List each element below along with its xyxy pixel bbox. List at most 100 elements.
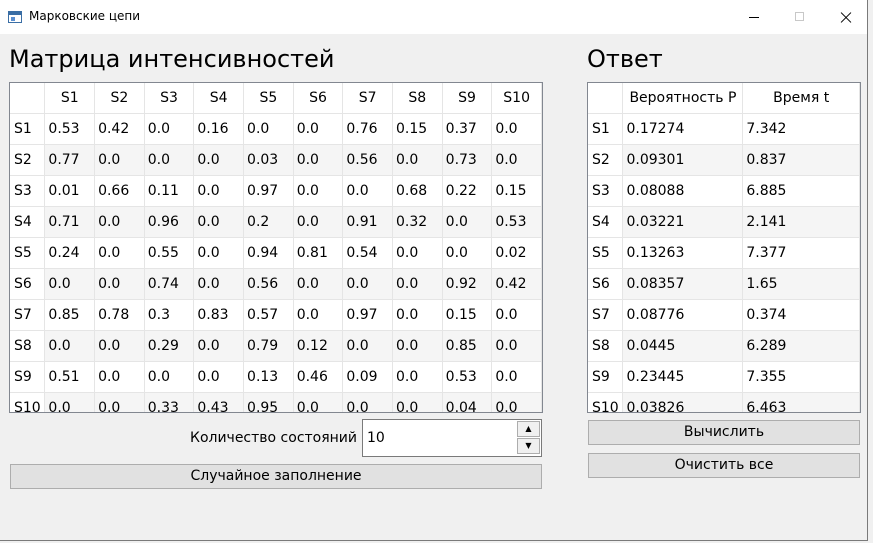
matrix-column-header[interactable]: S4 (193, 83, 245, 114)
answer-cell[interactable]: 0.17274 (622, 113, 744, 145)
matrix-cell[interactable]: 0.54 (342, 237, 393, 269)
matrix-cell[interactable]: 0.0 (193, 268, 245, 300)
matrix-cell[interactable]: 0.0 (293, 175, 344, 207)
matrix-cell[interactable]: 0.0 (342, 330, 393, 362)
matrix-column-header[interactable]: S1 (44, 83, 96, 114)
matrix-cell[interactable]: 0.0 (94, 237, 145, 269)
matrix-cell[interactable]: 0.0 (193, 237, 245, 269)
matrix-cell[interactable]: 0.0 (193, 330, 245, 362)
arrow-down-icon[interactable]: ▼ (517, 438, 540, 454)
matrix-cell[interactable]: 0.76 (342, 113, 393, 145)
maximize-icon[interactable] (777, 0, 823, 34)
matrix-row-header[interactable]: S7 (10, 299, 46, 331)
matrix-cell[interactable]: 0.42 (491, 268, 542, 300)
matrix-cell[interactable]: 0.0 (94, 268, 145, 300)
matrix-cell[interactable]: 0.0 (392, 237, 443, 269)
matrix-cell[interactable]: 0.0 (392, 392, 443, 412)
answer-cell[interactable]: 0.09301 (622, 144, 744, 176)
matrix-cell[interactable]: 0.96 (144, 206, 195, 238)
answer-row-header[interactable]: S1 (588, 113, 624, 145)
states-count-spinbox[interactable]: ▲ ▼ (362, 419, 542, 457)
matrix-cell[interactable]: 0.0 (193, 144, 245, 176)
answer-row-header[interactable]: S3 (588, 175, 624, 207)
matrix-cell[interactable]: 0.0 (392, 144, 443, 176)
matrix-cell[interactable]: 0.77 (44, 144, 96, 176)
answer-cell[interactable]: 0.837 (742, 144, 860, 176)
calculate-button[interactable]: Вычислить (588, 420, 860, 445)
matrix-cell[interactable]: 0.85 (442, 330, 493, 362)
matrix-cell[interactable]: 0.0 (94, 144, 145, 176)
matrix-cell[interactable]: 0.0 (293, 392, 344, 412)
matrix-cell[interactable]: 0.32 (392, 206, 443, 238)
matrix-cell[interactable]: 0.33 (144, 392, 195, 412)
matrix-cell[interactable]: 0.92 (442, 268, 493, 300)
matrix-cell[interactable]: 0.0 (491, 361, 542, 393)
minimize-icon[interactable] (731, 0, 777, 34)
matrix-cell[interactable]: 0.0 (193, 175, 245, 207)
answer-column-header[interactable]: Время t (742, 83, 860, 114)
matrix-column-header[interactable]: S2 (94, 83, 145, 114)
matrix-cell[interactable]: 0.0 (392, 268, 443, 300)
matrix-cell[interactable]: 0.0 (342, 268, 393, 300)
matrix-cell[interactable]: 0.0 (293, 144, 344, 176)
answer-cell[interactable]: 6.463 (742, 392, 860, 412)
matrix-cell[interactable]: 0.81 (293, 237, 344, 269)
matrix-cell[interactable]: 0.29 (144, 330, 195, 362)
answer-cell[interactable]: 6.885 (742, 175, 860, 207)
answer-row-header[interactable]: S5 (588, 237, 624, 269)
answer-cell[interactable]: 0.03221 (622, 206, 744, 238)
matrix-cell[interactable]: 0.0 (44, 268, 96, 300)
matrix-cell[interactable]: 0.0 (491, 392, 542, 412)
matrix-cell[interactable]: 0.0 (94, 330, 145, 362)
matrix-cell[interactable]: 0.22 (442, 175, 493, 207)
matrix-cell[interactable]: 0.0 (94, 206, 145, 238)
matrix-cell[interactable]: 0.0 (491, 299, 542, 331)
matrix-cell[interactable]: 0.13 (243, 361, 294, 393)
matrix-cell[interactable]: 0.0 (392, 299, 443, 331)
answer-column-header[interactable]: Вероятность P (622, 83, 744, 114)
matrix-cell[interactable]: 0.74 (144, 268, 195, 300)
matrix-cell[interactable]: 0.51 (44, 361, 96, 393)
matrix-cell[interactable]: 0.78 (94, 299, 145, 331)
matrix-cell[interactable]: 0.01 (44, 175, 96, 207)
matrix-cell[interactable]: 0.0 (293, 113, 344, 145)
matrix-cell[interactable]: 0.56 (342, 144, 393, 176)
matrix-cell[interactable]: 0.0 (491, 144, 542, 176)
matrix-column-header[interactable]: S6 (293, 83, 344, 114)
matrix-cell[interactable]: 0.85 (44, 299, 96, 331)
matrix-cell[interactable]: 0.43 (193, 392, 245, 412)
matrix-cell[interactable]: 0.97 (342, 299, 393, 331)
matrix-cell[interactable]: 0.15 (491, 175, 542, 207)
matrix-cell[interactable]: 0.94 (243, 237, 294, 269)
matrix-row-header[interactable]: S8 (10, 330, 46, 362)
answer-cell[interactable]: 6.289 (742, 330, 860, 362)
answer-table[interactable]: Вероятность P Время t S1 0.17274 7.342 S2 0.0… (587, 82, 861, 413)
arrow-up-icon[interactable]: ▲ (517, 421, 540, 437)
matrix-cell[interactable]: 0.04 (442, 392, 493, 412)
answer-cell[interactable]: 7.355 (742, 361, 860, 393)
matrix-cell[interactable]: 0.0 (342, 175, 393, 207)
matrix-cell[interactable]: 0.0 (44, 392, 96, 412)
answer-cell[interactable]: 7.377 (742, 237, 860, 269)
matrix-cell[interactable]: 0.11 (144, 175, 195, 207)
matrix-cell[interactable]: 0.15 (442, 299, 493, 331)
matrix-row-header[interactable]: S6 (10, 268, 46, 300)
matrix-cell[interactable]: 0.0 (293, 299, 344, 331)
answer-row-header[interactable]: S8 (588, 330, 624, 362)
matrix-cell[interactable]: 0.37 (442, 113, 493, 145)
matrix-cell[interactable]: 0.55 (144, 237, 195, 269)
matrix-cell[interactable]: 0.3 (144, 299, 195, 331)
matrix-cell[interactable]: 0.12 (293, 330, 344, 362)
answer-cell[interactable]: 0.13263 (622, 237, 744, 269)
answer-row-header[interactable]: S7 (588, 299, 624, 331)
matrix-cell[interactable]: 0.97 (243, 175, 294, 207)
matrix-cell[interactable]: 0.53 (44, 113, 96, 145)
matrix-row-header[interactable]: S2 (10, 144, 46, 176)
matrix-column-header[interactable]: S3 (144, 83, 195, 114)
matrix-cell[interactable]: 0.03 (243, 144, 294, 176)
matrix-cell[interactable]: 0.0 (442, 237, 493, 269)
answer-cell[interactable]: 1.65 (742, 268, 860, 300)
matrix-row-header[interactable]: S1 (10, 113, 46, 145)
matrix-column-header[interactable]: S10 (491, 83, 542, 114)
matrix-cell[interactable]: 0.83 (193, 299, 245, 331)
